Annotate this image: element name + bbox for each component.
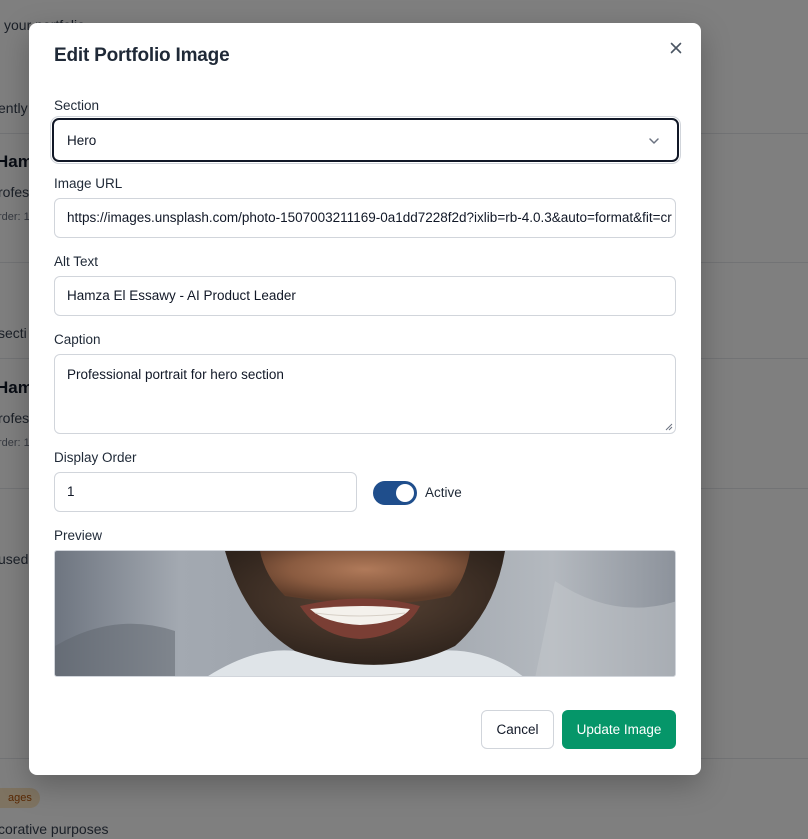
toggle-knob	[396, 484, 414, 502]
close-icon	[670, 42, 682, 54]
preview-label: Preview	[54, 528, 103, 543]
section-value: Hero	[67, 133, 97, 148]
section-select[interactable]: Hero	[52, 118, 679, 162]
display-order-value: 1	[67, 484, 75, 499]
preview-image	[54, 550, 676, 677]
caption-value: Professional portrait for hero section	[67, 367, 284, 382]
image-url-label: Image URL	[54, 176, 123, 191]
active-label: Active	[425, 485, 462, 500]
image-url-value: https://images.unsplash.com/photo-150700…	[67, 210, 672, 225]
caption-label: Caption	[54, 332, 101, 347]
image-url-input[interactable]: https://images.unsplash.com/photo-150700…	[54, 198, 676, 238]
caption-textarea[interactable]: Professional portrait for hero section	[54, 354, 676, 434]
alt-text-value: Hamza El Essawy - AI Product Leader	[67, 288, 296, 303]
display-order-label: Display Order	[54, 450, 137, 465]
close-button[interactable]	[666, 38, 686, 58]
cancel-button[interactable]: Cancel	[481, 710, 554, 749]
alt-text-input[interactable]: Hamza El Essawy - AI Product Leader	[54, 276, 676, 316]
display-order-input[interactable]: 1	[54, 472, 357, 512]
resize-handle-icon[interactable]	[665, 423, 673, 431]
edit-image-dialog: Edit Portfolio Image Section Hero Image …	[29, 23, 701, 775]
section-label: Section	[54, 98, 100, 113]
alt-text-label: Alt Text	[54, 254, 99, 269]
active-toggle[interactable]	[373, 481, 417, 505]
update-image-button[interactable]: Update Image	[562, 710, 676, 749]
dialog-title: Edit Portfolio Image	[54, 45, 230, 66]
chevron-down-icon	[649, 138, 659, 144]
